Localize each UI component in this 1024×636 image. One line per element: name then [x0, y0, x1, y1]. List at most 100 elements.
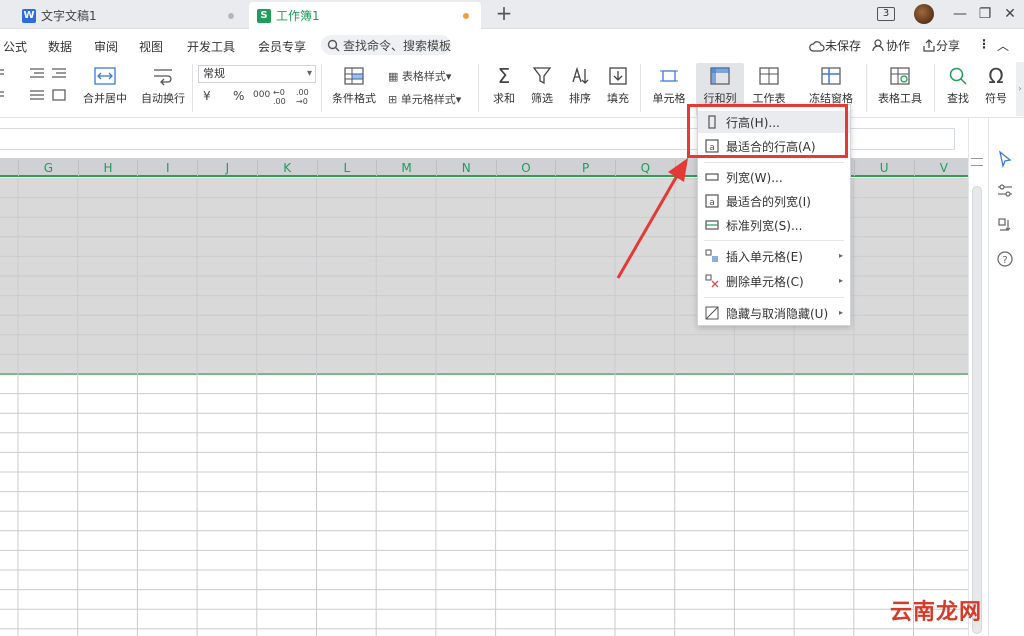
add-tab-button[interactable]: + [494, 3, 514, 24]
transform-icon[interactable] [996, 216, 1014, 234]
autofit-column-icon: a [705, 194, 719, 208]
menu-delete-cells[interactable]: 删除单元格(C) [698, 270, 850, 292]
tab-document-label: 文字文稿1 [41, 9, 97, 23]
column-header-l[interactable]: L [316, 160, 377, 176]
fill-button[interactable]: 填充 [600, 66, 636, 106]
more-icon[interactable]: ⋮ [978, 37, 990, 51]
command-search[interactable]: 查找命令、搜索模板 [321, 35, 451, 55]
column-header-g[interactable]: G [18, 160, 78, 176]
column-header-v[interactable]: V [913, 160, 974, 176]
cell-button[interactable]: 单元格 [646, 66, 692, 106]
menu-member[interactable]: 会员专享 [258, 38, 306, 55]
fill-icon [609, 67, 627, 85]
menu-divider [704, 240, 844, 241]
column-header-n[interactable]: N [435, 160, 496, 176]
menu-formula[interactable]: 公式 [3, 38, 27, 55]
menu-insert-cells[interactable]: 插入单元格(E) [698, 245, 850, 267]
merge-center-button[interactable]: 合并居中 [76, 66, 134, 106]
tab-close-dot[interactable] [228, 13, 234, 19]
table-tools-label: 表格工具 [878, 92, 922, 105]
menu-standard-column-width[interactable]: 标准列宽(S)... [698, 214, 850, 236]
hide-unhide-icon [705, 306, 719, 320]
menu-view[interactable]: 视图 [139, 38, 163, 55]
increase-decimal-button[interactable]: ←0 .00 [273, 88, 291, 106]
column-header-k[interactable]: K [256, 160, 317, 176]
menu-autofit-column-width[interactable]: 最适合的列宽(I) [698, 190, 850, 212]
column-header-h[interactable]: H [77, 160, 138, 176]
share-label: 分享 [936, 39, 961, 53]
menu-hide-unhide[interactable]: 隐藏与取消隐藏(U) [698, 302, 850, 324]
decrease-decimal-button[interactable]: .00 →0 [296, 88, 314, 106]
column-header-o[interactable]: O [495, 160, 556, 176]
svg-text:?: ? [1002, 255, 1007, 266]
menu-column-width[interactable]: 列宽(W)... [698, 166, 850, 188]
freeze-panes-button[interactable]: 冻结窗格 [800, 66, 862, 106]
share-icon [923, 39, 935, 52]
merge-center-label: 合并居中 [83, 92, 127, 105]
help-icon[interactable]: ? [996, 250, 1014, 268]
share-button[interactable]: 分享 [922, 37, 960, 54]
filter-label: 筛选 [531, 92, 553, 105]
cursor-select-icon[interactable] [996, 150, 1014, 168]
unsaved-dot[interactable] [463, 13, 469, 19]
cloud-unsaved-button[interactable]: 未保存 [809, 37, 861, 54]
freeze-icon [821, 67, 841, 85]
scroll-thumb[interactable] [972, 186, 982, 634]
conditional-format-label: 条件格式 [332, 92, 376, 105]
collab-label: 协作 [886, 39, 911, 53]
cloud-icon [809, 40, 825, 52]
thousands-button[interactable]: 000 [253, 90, 270, 100]
number-format-select[interactable]: 常规 [198, 65, 316, 83]
sort-button[interactable]: 排序 [562, 66, 598, 106]
table-tools-icon [890, 67, 910, 85]
fill-label: 填充 [607, 92, 629, 105]
table-tools-button[interactable]: 表格工具 [870, 66, 930, 106]
tab-workbook[interactable]: S 工作簿1 [249, 2, 481, 29]
conditional-format-button[interactable]: 条件格式 [326, 66, 382, 106]
percent-button[interactable]: % [233, 89, 244, 103]
tab-document[interactable]: W 文字文稿1 [14, 2, 246, 29]
filter-button[interactable]: 筛选 [524, 66, 560, 106]
insert-cells-icon [705, 249, 718, 262]
alignment-icons[interactable] [0, 66, 70, 104]
ribbon-divider [934, 64, 935, 112]
symbol-button[interactable]: Ω 符号 [978, 66, 1014, 106]
column-header-i[interactable]: I [137, 160, 197, 176]
sort-icon [572, 66, 589, 84]
cell-style-button[interactable]: ⊞ 单元格样式▾ [388, 91, 461, 107]
sum-label: 求和 [493, 92, 515, 105]
row-col-button[interactable]: 行和列 [696, 66, 744, 106]
annotation-arrow-icon [616, 158, 688, 279]
column-header-u[interactable]: U [853, 160, 914, 176]
worksheet-button[interactable]: 工作表 [746, 66, 792, 106]
menu-developer[interactable]: 开发工具 [187, 38, 235, 55]
restore-button[interactable]: ❐ [975, 4, 995, 24]
ribbon-divider [866, 64, 867, 112]
column-header-j[interactable]: J [197, 160, 257, 176]
close-button[interactable]: ✕ [1000, 4, 1020, 24]
column-header-m[interactable]: M [376, 160, 436, 176]
minimize-button[interactable]: — [950, 4, 970, 24]
settings-sliders-icon[interactable] [996, 182, 1014, 200]
window-count-badge[interactable]: 3 [877, 7, 895, 21]
ribbon-scroll-right-icon[interactable]: › [1016, 62, 1024, 116]
submenu-arrow-icon: ▸ [839, 251, 844, 260]
filter-icon [532, 67, 552, 85]
avatar[interactable] [914, 4, 934, 24]
sum-button[interactable]: Σ 求和 [486, 66, 522, 106]
ribbon-divider [478, 64, 479, 112]
wrap-text-button[interactable]: 自动换行 [138, 66, 188, 106]
collab-button[interactable]: 协作 [872, 37, 910, 54]
column-width-icon [705, 173, 719, 181]
user-icon [872, 39, 884, 52]
table-style-button[interactable]: ▦ 表格样式▾ [388, 68, 451, 84]
menu-review[interactable]: 审阅 [94, 38, 118, 55]
menu-data[interactable]: 数据 [48, 38, 72, 55]
find-button[interactable]: 查找 [938, 66, 978, 106]
collapse-ribbon-icon[interactable]: ︿ [997, 37, 1009, 54]
currency-button[interactable]: ¥ [203, 89, 211, 103]
unsaved-label: 未保存 [825, 39, 862, 53]
split-handle-icon[interactable] [971, 158, 983, 166]
find-label: 查找 [947, 92, 969, 105]
wrap-text-icon [154, 69, 172, 86]
